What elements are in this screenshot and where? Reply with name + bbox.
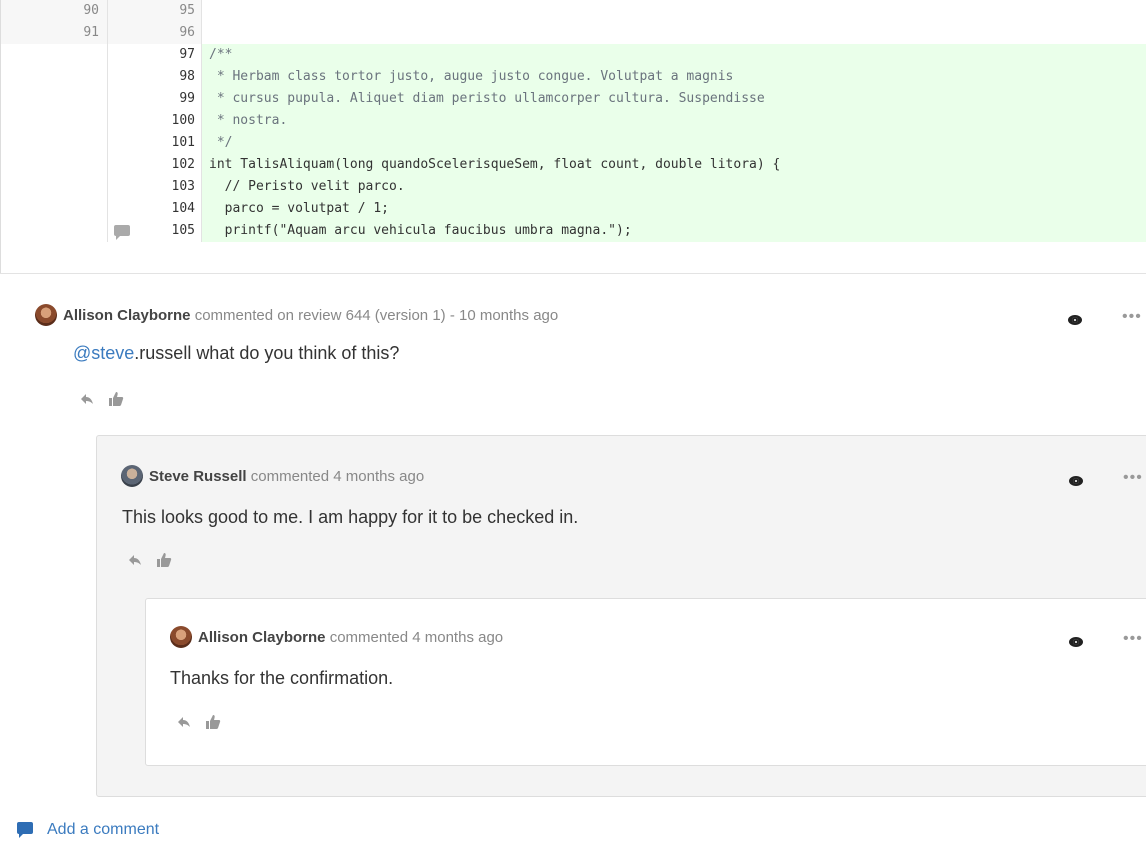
eye-icon[interactable] [1068,315,1082,325]
thumbs-up-icon[interactable] [205,714,221,730]
code-text: * Herbam class tortor justo, augue justo… [209,69,734,84]
code-line-added: 100 * nostra. [1,110,1146,132]
thumbs-up-icon[interactable] [108,391,124,407]
new-line-number: 99 [179,91,195,106]
old-line-number: 91 [83,25,99,40]
old-line-column [1,110,108,132]
code-text: printf("Aquam arcu vehicula faucibus umb… [209,223,632,238]
add-comment-label[interactable]: Add a comment [47,821,159,838]
old-line-column [1,176,108,198]
code-text: * nostra. [209,113,288,128]
new-line-number: 97 [179,47,195,62]
code-text: // Peristo velit parco. [209,179,405,194]
line-gutter: 104 [1,198,202,220]
code-line-added: 102 int TalisAliquam(long quandoSceleris… [1,154,1146,176]
old-line-column [1,44,108,66]
code-line-added: 98 * Herbam class tortor justo, augue ju… [1,66,1146,88]
code-line-added: 105 printf("Aquam arcu vehicula faucibus… [1,220,1146,242]
comment-meta: commented 4 months ago [250,467,425,485]
code-line-added: 103 // Peristo velit parco. [1,176,1146,198]
code-text: /** [209,47,233,62]
line-gutter: 98 [1,66,202,88]
comment-body: @steve.russell what do you think of this… [73,341,399,365]
avatar[interactable] [35,304,57,326]
eye-icon[interactable] [1069,476,1083,486]
old-line-column [1,198,108,220]
eye-icon[interactable] [1069,637,1083,647]
new-line-number: 105 [171,223,195,238]
comment-actions [128,552,178,572]
line-gutter: 91 96 [1,22,202,44]
avatar[interactable] [170,626,192,648]
thumbs-up-icon[interactable] [156,552,172,568]
divider [0,273,1146,274]
more-options-icon[interactable]: ••• [1123,631,1143,647]
comment-actions [177,714,227,734]
old-line-column [1,220,108,242]
comment-body: This looks good to me. I am happy for it… [122,507,579,527]
new-line-number: 104 [171,201,195,216]
line-gutter: 102 [1,154,202,176]
reply-icon[interactable] [128,554,142,566]
comment-author[interactable]: Steve Russell [149,468,247,485]
code-text: parco = volutpat / 1; [209,201,390,216]
more-options-icon[interactable]: ••• [1122,309,1142,325]
code-line-added: 99 * cursus pupula. Aliquet diam peristo… [1,88,1146,110]
new-line-number: 98 [179,69,195,84]
comment-text: .russell what do you think of this? [134,343,400,363]
code-line-added: 101 */ [1,132,1146,154]
line-gutter: 97 [1,44,202,66]
code-line-added: 104 parco = volutpat / 1; [1,198,1146,220]
code-text: int TalisAliquam(long quandoScelerisqueS… [209,157,781,172]
comment-meta: commented on review 644 (version 1) - 10… [194,306,559,324]
old-line-column [1,88,108,110]
code-text: */ [209,135,233,150]
line-gutter: 100 [1,110,202,132]
new-line-number: 95 [179,3,195,18]
old-line-column [1,66,108,88]
more-options-icon[interactable]: ••• [1123,470,1143,486]
code-line: 91 96 [1,22,1146,44]
code-diff: 90 95 91 96 97 /** 98 * Herbam class tor… [0,0,1146,273]
line-gutter: 99 [1,88,202,110]
old-line-column [1,132,108,154]
comment-header: Allison Clayborne commented on review 64… [35,304,559,326]
reply-thread: Steve Russell commented 4 months ago •••… [96,435,1146,797]
comment-header: Steve Russell commented 4 months ago [121,465,425,487]
comment-author[interactable]: Allison Clayborne [63,307,191,324]
comment-actions [80,391,130,411]
comment-author[interactable]: Allison Clayborne [198,629,326,646]
new-line-number: 100 [171,113,195,128]
comment-icon [17,821,33,838]
new-line-number: 96 [179,25,195,40]
code-line-added: 97 /** [1,44,1146,66]
add-comment-link[interactable]: Add a comment [17,819,159,841]
reply-icon[interactable] [80,393,94,405]
comment-header: Allison Clayborne commented 4 months ago [170,626,504,648]
line-gutter: 90 95 [1,0,202,22]
comment-body: Thanks for the confirmation. [170,668,394,688]
new-line-number: 101 [171,135,195,150]
code-text: * cursus pupula. Aliquet diam peristo ul… [209,91,765,106]
new-line-number: 102 [171,157,195,172]
comment-meta: commented 4 months ago [329,628,504,646]
line-gutter: 105 [1,220,202,242]
reply-icon[interactable] [177,716,191,728]
code-line: 90 95 [1,0,1146,22]
line-gutter: 103 [1,176,202,198]
line-gutter: 101 [1,132,202,154]
old-line-number: 90 [83,3,99,18]
avatar[interactable] [121,465,143,487]
nested-reply: Allison Clayborne commented 4 months ago… [145,598,1146,766]
old-line-column [1,154,108,176]
new-line-number: 103 [171,179,195,194]
user-mention[interactable]: @steve [73,343,134,363]
